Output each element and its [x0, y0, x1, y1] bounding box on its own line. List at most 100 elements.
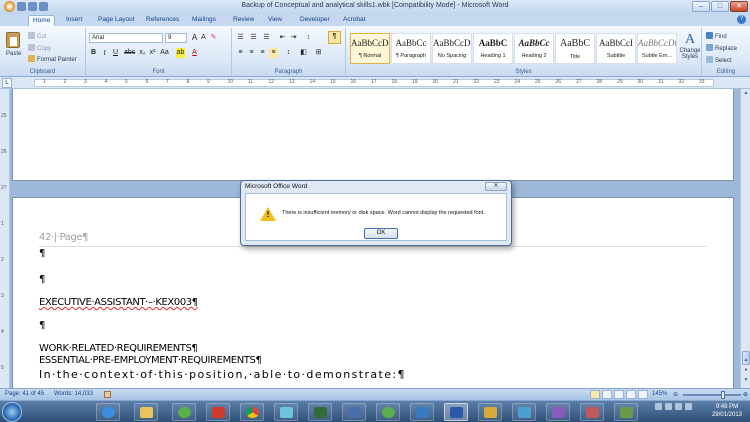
style-paragraph[interactable]: AaBbCc ¶ Paragraph [391, 33, 431, 64]
tab-review[interactable]: Review [229, 15, 258, 26]
tab-acrobat[interactable]: Acrobat [339, 15, 369, 26]
full-screen-reading-icon[interactable] [602, 390, 612, 399]
zoom-slider-knob[interactable] [721, 391, 725, 399]
cut-button[interactable]: Cut [28, 32, 46, 40]
align-center-icon[interactable]: ≡ [247, 48, 256, 58]
paste-button[interactable]: Paste [6, 51, 21, 57]
shading-icon[interactable]: ◧ [299, 48, 308, 58]
outline-icon[interactable] [626, 390, 636, 399]
tab-view[interactable]: View [264, 15, 286, 26]
taskbar-explorer-icon[interactable] [134, 403, 158, 421]
doc-heading-executive-assistant[interactable]: EXECUTIVE·ASSISTANT·–·KEX003¶ [39, 297, 198, 308]
zoom-out-icon[interactable]: ⊖ [673, 391, 678, 398]
replace-button[interactable]: Replace [706, 44, 737, 52]
help-icon[interactable]: ? [737, 15, 746, 24]
shrink-font-icon[interactable]: A [199, 33, 208, 43]
maximize-button[interactable]: □ [711, 1, 729, 12]
tab-page-layout[interactable]: Page Layout [94, 15, 139, 26]
taskbar-ie-icon[interactable] [96, 403, 120, 421]
taskbar-app8-icon[interactable] [614, 403, 638, 421]
taskbar-app7-icon[interactable] [580, 403, 604, 421]
taskbar-clock2-icon[interactable] [376, 403, 400, 421]
style-subtle-emphasis[interactable]: AaBbCcDt Subtle Em... [637, 33, 677, 64]
doc-heading-work-related[interactable]: WORK·RELATED·REQUIREMENTS¶ [39, 343, 198, 354]
taskbar-app4-icon[interactable] [478, 403, 502, 421]
borders-icon[interactable]: ⊞ [314, 48, 323, 58]
taskbar-app3-icon[interactable] [410, 403, 434, 421]
decrease-indent-icon[interactable]: ⇤ [278, 33, 287, 43]
grow-font-icon[interactable]: A [190, 33, 199, 43]
style-heading-2[interactable]: AaBbCc Heading 2 [514, 33, 554, 64]
clear-formatting-icon[interactable]: ✎ [209, 33, 218, 43]
clock[interactable]: 9:48 PM 29/01/2013 [712, 403, 742, 419]
zoom-in-icon[interactable]: ⊕ [743, 391, 748, 398]
previous-page[interactable] [12, 89, 734, 181]
word-count[interactable]: Words: 14,033 [54, 391, 93, 397]
align-left-icon[interactable]: ≡ [236, 48, 245, 58]
previous-page-icon[interactable]: ▲ [742, 357, 750, 365]
increase-indent-icon[interactable]: ⇥ [289, 33, 298, 43]
show-formatting-marks-icon[interactable]: ¶ [328, 31, 341, 44]
print-layout-icon[interactable] [590, 390, 600, 399]
format-painter-button[interactable]: Format Painter [28, 55, 77, 63]
font-size-field[interactable]: 9 [165, 33, 187, 43]
tab-selector[interactable]: L [2, 78, 12, 88]
align-right-icon[interactable]: ≡ [258, 48, 267, 58]
dialog-close-button[interactable]: ✕ [485, 182, 507, 191]
subscript-button[interactable]: x₂ [138, 48, 147, 58]
doc-heading-essential[interactable]: ESSENTIAL·PRE-EMPLOYMENT·REQUIREMENTS¶ [39, 355, 262, 366]
tab-home[interactable]: Home [28, 15, 56, 26]
line-spacing-icon[interactable]: ↕ [284, 48, 293, 58]
doc-paragraph[interactable]: ¶ [39, 320, 45, 331]
tab-references[interactable]: References [142, 15, 183, 26]
tab-insert[interactable]: Insert [62, 15, 86, 26]
proofing-icon[interactable] [104, 391, 111, 398]
change-case-icon[interactable]: Aa [160, 48, 169, 58]
taskbar-pdf-icon[interactable] [206, 403, 230, 421]
numbering-icon[interactable]: ☰ [249, 33, 258, 43]
minimize-button[interactable]: – [692, 1, 710, 12]
page-count[interactable]: Page: 41 of 45 [5, 391, 44, 397]
underline-button[interactable]: U [111, 48, 120, 58]
style-title[interactable]: AaBbC Title [555, 33, 595, 64]
bold-button[interactable]: B [89, 48, 98, 58]
italic-button[interactable]: I [100, 48, 109, 58]
bullets-icon[interactable]: ☰ [236, 33, 245, 43]
taskbar-app-icon[interactable] [274, 403, 298, 421]
browse-object-icon[interactable]: ● [742, 367, 750, 375]
tray-volume-icon[interactable] [665, 403, 672, 410]
taskbar-app6-icon[interactable] [546, 403, 570, 421]
sort-icon[interactable]: ↕ [304, 33, 313, 43]
superscript-button[interactable]: x² [148, 48, 157, 58]
doc-paragraph[interactable]: ¶ [39, 248, 45, 259]
justify-icon[interactable]: ≡ [269, 48, 278, 58]
taskbar-chrome-icon[interactable] [240, 403, 264, 421]
taskbar-app5-icon[interactable] [512, 403, 536, 421]
multilevel-list-icon[interactable]: ☰ [262, 33, 271, 43]
paste-icon[interactable] [6, 32, 20, 48]
doc-paragraph[interactable]: ¶ [39, 274, 45, 285]
ruler-strip[interactable]: 1 2 3 4 5 6 7 8 9 10 11 12 13 14 15 16 17 18 19 20 21 22 23 24 2… [34, 79, 714, 87]
style-subtitle[interactable]: AaBbCcI Subtitle [596, 33, 636, 64]
web-layout-icon[interactable] [614, 390, 624, 399]
vertical-scrollbar[interactable]: ▲ ▲ ● ▼ [740, 89, 750, 388]
taskbar-app2-icon[interactable] [342, 403, 366, 421]
close-button[interactable]: ✕ [730, 1, 748, 12]
zoom-slider[interactable] [683, 391, 741, 399]
tab-developer[interactable]: Developer [296, 15, 334, 26]
style-heading-1[interactable]: AaBbC Heading 1 [473, 33, 513, 64]
find-button[interactable]: Find [706, 32, 727, 40]
taskbar-clock-app-icon[interactable] [172, 403, 196, 421]
zoom-level[interactable]: 145% [652, 391, 667, 397]
font-name-field[interactable]: Arial [89, 33, 163, 43]
font-color-icon[interactable]: A [190, 48, 199, 58]
tray-flag-icon[interactable] [675, 403, 682, 410]
tray-network-icon[interactable] [655, 403, 662, 410]
scroll-up-icon[interactable]: ▲ [742, 90, 750, 98]
doc-paragraph-context[interactable]: In·the·context·of·this·position,·able·to… [39, 368, 406, 381]
copy-button[interactable]: Copy [28, 44, 51, 52]
taskbar-word-icon[interactable] [444, 403, 468, 421]
select-button[interactable]: Select [706, 56, 732, 64]
tab-mailings[interactable]: Mailings [188, 15, 220, 26]
style-no-spacing[interactable]: AaBbCcDc No Spacing [432, 33, 472, 64]
